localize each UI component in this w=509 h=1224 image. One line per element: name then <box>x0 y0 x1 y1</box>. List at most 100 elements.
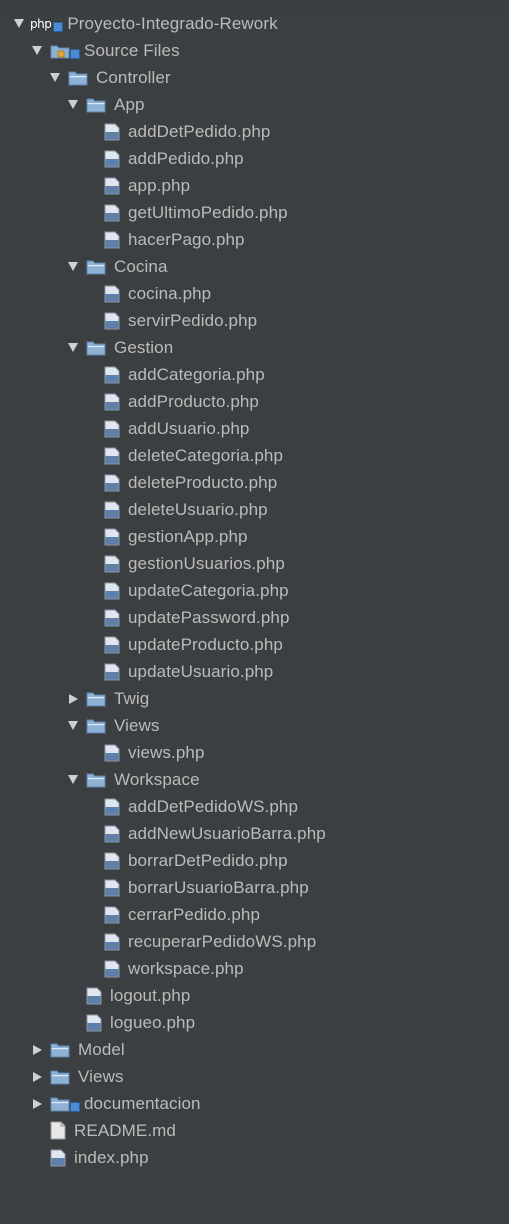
tree-label: updateUsuario.php <box>128 661 274 681</box>
tree-node-file[interactable]: addProducto.php <box>0 388 509 415</box>
tree-node-file[interactable]: deleteUsuario.php <box>0 496 509 523</box>
tree-node-app[interactable]: App <box>0 91 509 118</box>
tree-label: servirPedido.php <box>128 310 258 330</box>
collapse-arrow-icon[interactable] <box>30 1070 44 1084</box>
expand-arrow-icon[interactable] <box>66 260 80 274</box>
tree-node-file[interactable]: addDetPedidoWS.php <box>0 793 509 820</box>
php-file-icon <box>104 798 120 815</box>
php-file-icon <box>104 663 120 680</box>
tree-node-file[interactable]: cerrarPedido.php <box>0 901 509 928</box>
tree-node-file[interactable]: updateCategoria.php <box>0 577 509 604</box>
php-file-icon <box>104 528 120 545</box>
tree-node-file[interactable]: cocina.php <box>0 280 509 307</box>
app-files: addDetPedido.php addPedido.php app.php getU… <box>0 118 509 253</box>
collapse-arrow-icon[interactable] <box>30 1097 44 1111</box>
tree-node-file[interactable]: updateUsuario.php <box>0 658 509 685</box>
tree-node-controller[interactable]: Controller <box>0 64 509 91</box>
tree-node-file[interactable]: addCategoria.php <box>0 361 509 388</box>
tree-node-file[interactable]: servirPedido.php <box>0 307 509 334</box>
project-name: Proyecto-Integrado-Rework <box>67 13 278 33</box>
tree-label: Cocina <box>114 256 168 276</box>
tree-node-file[interactable]: app.php <box>0 172 509 199</box>
tree-label: logueo.php <box>110 1012 196 1032</box>
tree-node-file[interactable]: getUltimoPedido.php <box>0 199 509 226</box>
tree-label: addNewUsuarioBarra.php <box>128 823 326 843</box>
tree-node-file[interactable]: gestionUsuarios.php <box>0 550 509 577</box>
tree-node-cocina[interactable]: Cocina <box>0 253 509 280</box>
tree-node-file[interactable]: logout.php <box>0 982 509 1009</box>
expand-arrow-icon[interactable] <box>66 98 80 112</box>
tree-node-file[interactable]: hacerPago.php <box>0 226 509 253</box>
tree-node-file[interactable]: updatePassword.php <box>0 604 509 631</box>
tree-label: addProducto.php <box>128 391 259 411</box>
tree-node-file[interactable]: deleteProducto.php <box>0 469 509 496</box>
tree-node-file[interactable]: borrarUsuarioBarra.php <box>0 874 509 901</box>
folder-icon <box>86 98 106 112</box>
tree-node-file[interactable]: addDetPedido.php <box>0 118 509 145</box>
php-file-icon <box>104 636 120 653</box>
tree-label: gestionApp.php <box>128 526 248 546</box>
tree-node-file[interactable]: updateProducto.php <box>0 631 509 658</box>
php-file-icon <box>104 420 120 437</box>
tree-node-model[interactable]: Model <box>0 1036 509 1063</box>
tree-label: cocina.php <box>128 283 212 303</box>
tree-node-twig[interactable]: Twig <box>0 685 509 712</box>
folder-icon <box>86 692 106 706</box>
tree-node-file[interactable]: recuperarPedidoWS.php <box>0 928 509 955</box>
tree-label: Views <box>78 1066 124 1086</box>
collapse-arrow-icon[interactable] <box>66 692 80 706</box>
tree-label: workspace.php <box>128 958 244 978</box>
tree-label: Views <box>114 715 160 735</box>
expand-arrow-icon[interactable] <box>66 773 80 787</box>
php-file-icon <box>104 960 120 977</box>
tree-label: addPedido.php <box>128 148 244 168</box>
views-files: views.php <box>0 739 509 766</box>
tree-node-documentacion[interactable]: documentacion <box>0 1090 509 1117</box>
tree-label: addCategoria.php <box>128 364 265 384</box>
folder-icon <box>86 341 106 355</box>
tree-label: app.php <box>128 175 191 195</box>
folder-icon <box>50 1070 70 1084</box>
tree-label: deleteProducto.php <box>128 472 278 492</box>
tree-label: Model <box>78 1039 125 1059</box>
source-folder-icon <box>50 45 70 58</box>
tree-node-readme[interactable]: README.md <box>0 1117 509 1144</box>
tree-node-views[interactable]: Views <box>0 1063 509 1090</box>
php-file-icon <box>104 555 120 572</box>
tree-node-file[interactable]: borrarDetPedido.php <box>0 847 509 874</box>
tree-node-workspace[interactable]: Workspace <box>0 766 509 793</box>
tree-node-file[interactable]: views.php <box>0 739 509 766</box>
php-file-icon <box>86 987 102 1004</box>
php-file-icon <box>104 393 120 410</box>
tree-node-index[interactable]: index.php <box>0 1144 509 1171</box>
expand-arrow-icon[interactable] <box>66 719 80 733</box>
tree-node-views-sub[interactable]: Views <box>0 712 509 739</box>
gestion-files: addCategoria.php addProducto.php addUsuari… <box>0 361 509 685</box>
tree-node-file[interactable]: deleteCategoria.php <box>0 442 509 469</box>
tree-label: gestionUsuarios.php <box>128 553 285 573</box>
php-file-icon <box>104 312 120 329</box>
tree-node-gestion[interactable]: Gestion <box>0 334 509 361</box>
collapse-arrow-icon[interactable] <box>30 1043 44 1057</box>
tree-node-source-files[interactable]: Source Files <box>0 37 509 64</box>
expand-arrow-icon[interactable] <box>12 17 26 31</box>
tree-label: recuperarPedidoWS.php <box>128 931 317 951</box>
expand-arrow-icon[interactable] <box>66 341 80 355</box>
folder-icon <box>68 71 88 85</box>
tree-node-file[interactable]: addNewUsuarioBarra.php <box>0 820 509 847</box>
tree-node-file[interactable]: gestionApp.php <box>0 523 509 550</box>
php-project-icon: php <box>30 16 52 31</box>
tree-node-project[interactable]: php Proyecto-Integrado-Rework <box>0 10 509 37</box>
tree-label: index.php <box>74 1147 149 1167</box>
php-file-icon <box>104 123 120 140</box>
tree-node-file[interactable]: addPedido.php <box>0 145 509 172</box>
tree-node-file[interactable]: addUsuario.php <box>0 415 509 442</box>
tree-node-file[interactable]: workspace.php <box>0 955 509 982</box>
tree-node-file[interactable]: logueo.php <box>0 1009 509 1036</box>
expand-arrow-icon[interactable] <box>48 71 62 85</box>
expand-arrow-icon[interactable] <box>30 44 44 58</box>
tree-label: logout.php <box>110 985 191 1005</box>
tree-label: documentacion <box>84 1093 201 1113</box>
folder-icon <box>86 260 106 274</box>
folder-icon <box>50 1097 70 1111</box>
